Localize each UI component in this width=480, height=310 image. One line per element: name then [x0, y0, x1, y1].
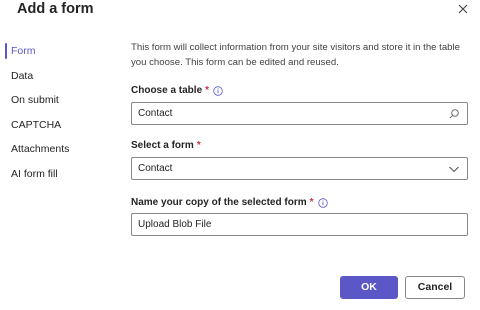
chevron-down-icon	[449, 166, 459, 173]
sidebar-item-form[interactable]: Form	[5, 39, 115, 64]
form-name-input[interactable]: Upload Blob File	[131, 213, 468, 236]
choose-table-value: Contact	[138, 108, 173, 119]
choose-table-input[interactable]: Contact	[131, 102, 468, 125]
choose-table-label-text: Choose a table	[131, 85, 203, 96]
cancel-button[interactable]: Cancel	[405, 276, 465, 299]
select-form-value: Contact	[138, 163, 173, 174]
dialog-title: Add a form	[17, 1, 94, 17]
form-name-label-text: Name your copy of the selected form	[131, 197, 307, 208]
choose-table-label: Choose a table *	[131, 85, 223, 96]
sidebar-item-attachments[interactable]: Attachments	[5, 137, 115, 162]
sidebar-item-ai-form-fill[interactable]: AI form fill	[5, 162, 115, 187]
form-description: This form will collect information from …	[131, 42, 460, 68]
sidebar-nav: Form Data On submit CAPTCHA Attachments …	[5, 39, 115, 186]
close-icon	[458, 4, 468, 14]
close-button[interactable]	[456, 2, 470, 16]
form-name-label: Name your copy of the selected form *	[131, 197, 328, 208]
sidebar-item-captcha[interactable]: CAPTCHA	[5, 113, 115, 138]
ok-button[interactable]: OK	[340, 276, 398, 299]
form-name-value: Upload Blob File	[138, 219, 212, 230]
required-asterisk: *	[205, 85, 210, 96]
sidebar-item-on-submit[interactable]: On submit	[5, 88, 115, 113]
required-asterisk: *	[196, 140, 201, 151]
info-icon[interactable]	[213, 85, 223, 96]
sidebar-item-data[interactable]: Data	[5, 64, 115, 89]
select-form-label-text: Select a form	[131, 140, 194, 151]
search-icon[interactable]	[448, 108, 460, 120]
select-form-label: Select a form *	[131, 140, 201, 151]
required-asterisk: *	[309, 197, 314, 208]
select-form-dropdown[interactable]: Contact	[131, 157, 468, 180]
info-icon[interactable]	[317, 197, 328, 208]
